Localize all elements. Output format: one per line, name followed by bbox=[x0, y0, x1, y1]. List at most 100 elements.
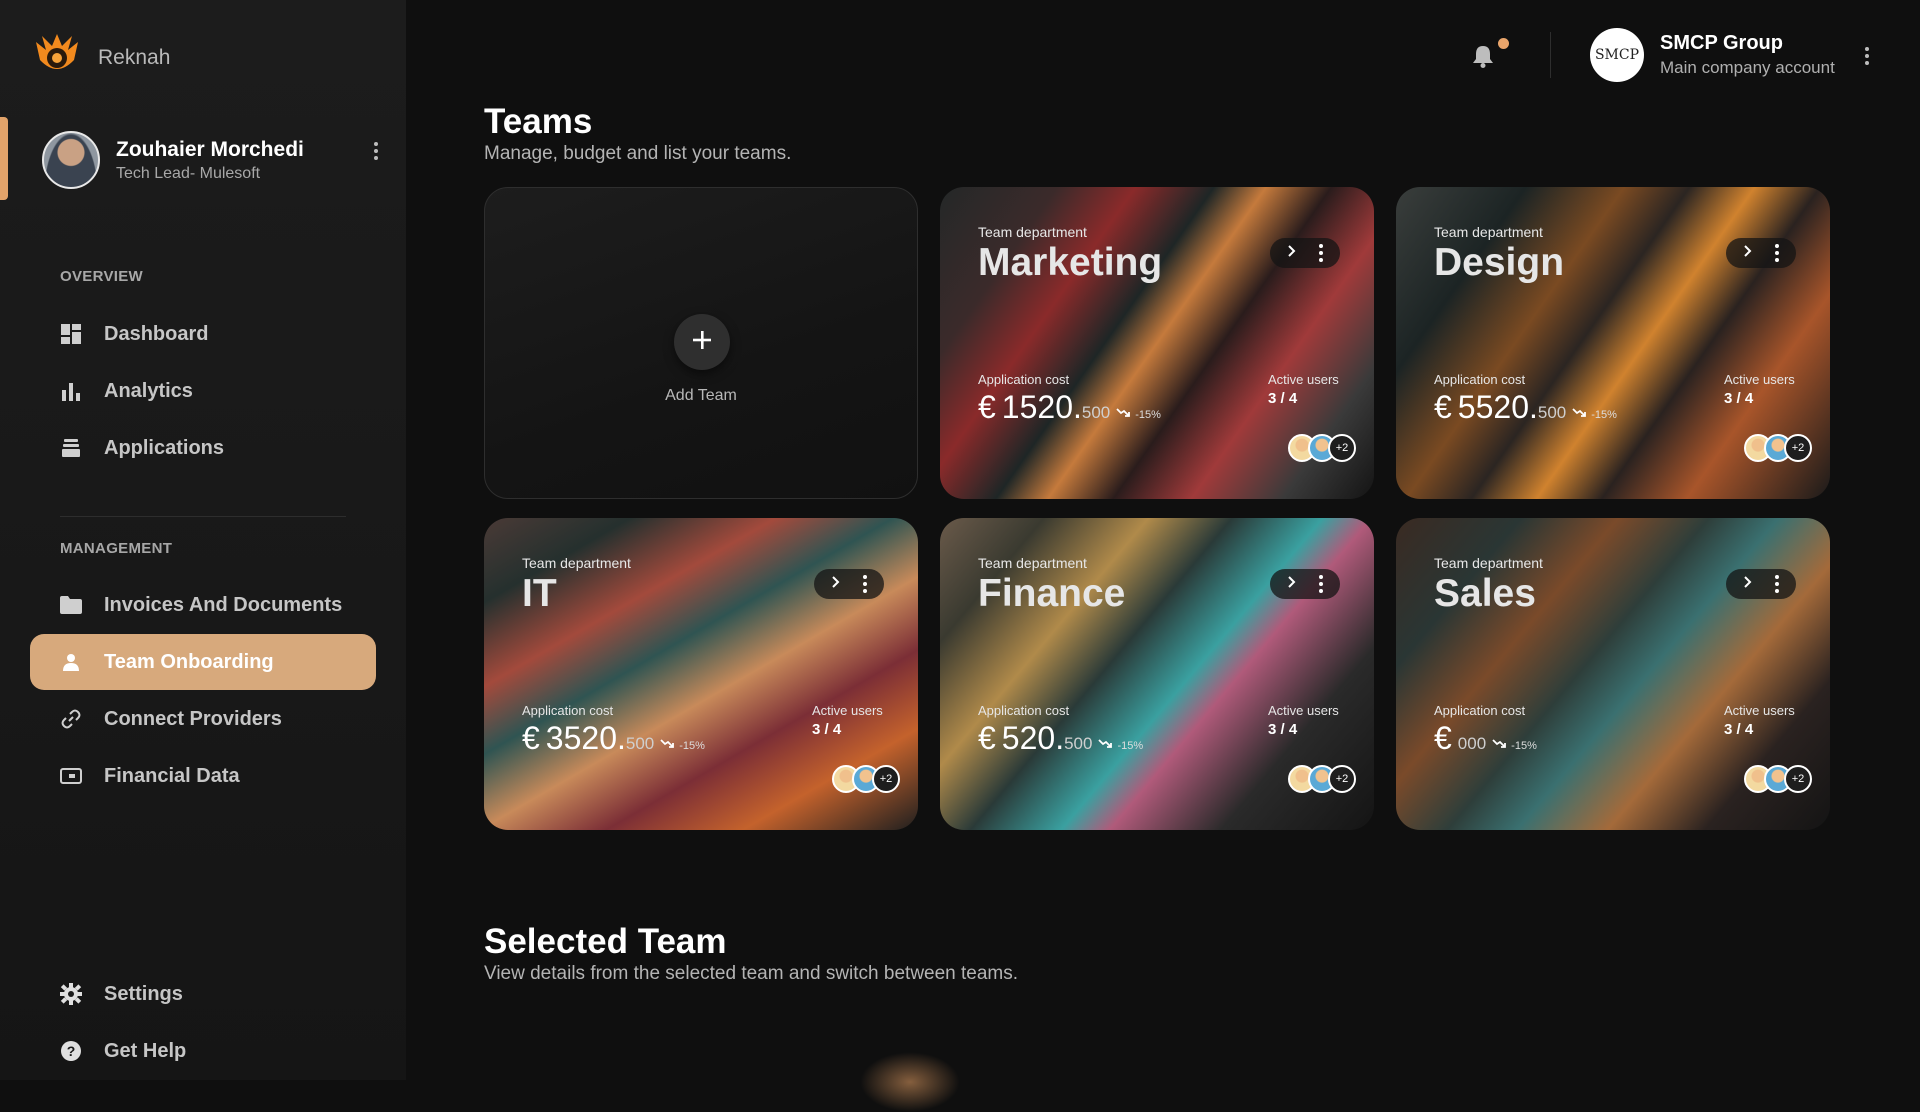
chevron-right-icon[interactable] bbox=[1287, 575, 1297, 593]
sidebar-item-label: Settings bbox=[104, 982, 183, 1005]
cost-value: 5520. bbox=[1457, 389, 1538, 425]
team-avatars[interactable]: +2 bbox=[1288, 434, 1356, 462]
card-icon bbox=[60, 765, 82, 787]
chevron-right-icon[interactable] bbox=[1743, 575, 1753, 593]
cost-trend: -15% bbox=[1572, 408, 1617, 421]
user-menu-icon[interactable] bbox=[374, 142, 378, 160]
overview-section-label: OVERVIEW bbox=[60, 268, 143, 285]
sidebar-item-analytics[interactable]: Analytics bbox=[30, 363, 376, 419]
sidebar-item-financial-data[interactable]: Financial Data bbox=[30, 748, 376, 804]
gear-icon bbox=[60, 983, 82, 1005]
team-card-menu-icon[interactable] bbox=[1775, 244, 1779, 262]
notification-bell-icon[interactable] bbox=[1472, 44, 1494, 73]
brand[interactable]: Reknah bbox=[30, 32, 170, 83]
sidebar-item-invoices[interactable]: Invoices And Documents bbox=[30, 577, 376, 633]
team-card-finance[interactable]: Team department Finance Application cost… bbox=[940, 518, 1374, 830]
cost-decimals: 500 bbox=[1064, 734, 1093, 753]
more-members-badge: +2 bbox=[1328, 765, 1356, 793]
cost-currency: € bbox=[1434, 720, 1452, 756]
team-department-name: IT bbox=[522, 572, 557, 615]
active-users-value: 3 / 4 bbox=[812, 721, 842, 738]
company-logo[interactable]: SMCP bbox=[1590, 28, 1644, 82]
sidebar-item-label: Analytics bbox=[104, 379, 193, 402]
cost-trend: -15% bbox=[1098, 739, 1143, 752]
sidebar: Reknah Zouhaier Morchedi Tech Lead- Mule… bbox=[0, 0, 406, 1080]
active-users-label: Active users bbox=[1268, 703, 1339, 718]
application-cost: € 5520. 500 -15% bbox=[1434, 389, 1617, 426]
team-avatars[interactable]: +2 bbox=[1288, 765, 1356, 793]
team-department-name: Sales bbox=[1434, 572, 1536, 615]
team-department-label: Team department bbox=[978, 555, 1087, 571]
trend-down-icon bbox=[1492, 739, 1507, 752]
cost-value: 1520. bbox=[1001, 389, 1082, 425]
management-section-label: MANAGEMENT bbox=[60, 540, 173, 557]
sidebar-item-label: Connect Providers bbox=[104, 707, 282, 730]
sidebar-item-dashboard[interactable]: Dashboard bbox=[30, 306, 376, 362]
chevron-right-icon[interactable] bbox=[1287, 244, 1297, 262]
team-card-menu-icon[interactable] bbox=[1775, 575, 1779, 593]
selected-team-title: Selected Team bbox=[484, 922, 727, 961]
sidebar-item-team-onboarding[interactable]: Team Onboarding bbox=[30, 634, 376, 690]
company-account-type: Main company account bbox=[1660, 58, 1835, 77]
trend-value: -15% bbox=[679, 739, 705, 752]
team-card-actions bbox=[1270, 238, 1340, 268]
team-department-name: Marketing bbox=[978, 241, 1163, 284]
cost-value: 520. bbox=[1001, 720, 1065, 756]
team-card-it[interactable]: Team department IT Application cost € 35… bbox=[484, 518, 918, 830]
more-members-badge: +2 bbox=[1328, 434, 1356, 462]
application-cost: € 000 -15% bbox=[1434, 720, 1537, 757]
cost-trend: -15% bbox=[1116, 408, 1161, 421]
cost-currency: € bbox=[1434, 389, 1452, 425]
bar-chart-icon bbox=[60, 380, 82, 402]
team-department-label: Team department bbox=[1434, 224, 1543, 240]
more-members-badge: +2 bbox=[1784, 765, 1812, 793]
team-card-menu-icon[interactable] bbox=[1319, 575, 1323, 593]
team-card-actions bbox=[1726, 569, 1796, 599]
company-menu-icon[interactable] bbox=[1865, 47, 1869, 65]
team-department-name: Design bbox=[1434, 241, 1565, 284]
company-name[interactable]: SMCP Group bbox=[1660, 32, 1783, 55]
active-users-value: 3 / 4 bbox=[1268, 721, 1298, 738]
application-cost-label: Application cost bbox=[978, 703, 1070, 718]
sidebar-item-label: Dashboard bbox=[104, 322, 209, 345]
application-cost: € 520. 500 -15% bbox=[978, 720, 1143, 757]
add-team-card[interactable]: Add Team bbox=[484, 187, 918, 499]
team-avatars[interactable]: +2 bbox=[832, 765, 900, 793]
trend-value: -15% bbox=[1511, 739, 1537, 752]
cost-trend: -15% bbox=[660, 739, 705, 752]
team-card-menu-icon[interactable] bbox=[1319, 244, 1323, 262]
sidebar-item-connect-providers[interactable]: Connect Providers bbox=[30, 691, 376, 747]
sidebar-item-applications[interactable]: Applications bbox=[30, 420, 376, 476]
cost-decimals: 000 bbox=[1457, 734, 1487, 753]
application-cost-label: Application cost bbox=[978, 372, 1070, 387]
chevron-right-icon[interactable] bbox=[831, 575, 841, 593]
app-name: Reknah bbox=[98, 45, 171, 69]
add-team-button[interactable] bbox=[674, 314, 730, 370]
team-card-design[interactable]: Team department Design Application cost … bbox=[1396, 187, 1830, 499]
svg-text:?: ? bbox=[67, 1043, 76, 1059]
notification-dot bbox=[1498, 38, 1509, 49]
team-avatars[interactable]: +2 bbox=[1744, 765, 1812, 793]
team-avatars[interactable]: +2 bbox=[1744, 434, 1812, 462]
team-card-actions bbox=[1270, 569, 1340, 599]
help-icon: ? bbox=[60, 1040, 82, 1062]
team-department-name: Finance bbox=[978, 572, 1126, 615]
avatar bbox=[42, 131, 100, 189]
team-card-marketing[interactable]: Team department Marketing Application co… bbox=[940, 187, 1374, 499]
user-profile[interactable]: Zouhaier Morchedi Tech Lead- Mulesoft bbox=[42, 131, 304, 189]
trend-value: -15% bbox=[1117, 739, 1144, 752]
chevron-right-icon[interactable] bbox=[1743, 244, 1753, 262]
sidebar-item-label: Team Onboarding bbox=[104, 650, 274, 673]
sidebar-item-get-help[interactable]: ? Get Help bbox=[30, 1023, 376, 1079]
plus-icon bbox=[692, 330, 712, 355]
team-department-label: Team department bbox=[978, 224, 1087, 240]
active-user-indicator bbox=[0, 117, 8, 200]
trend-value: -15% bbox=[1591, 408, 1617, 421]
active-users-label: Active users bbox=[812, 703, 883, 718]
person-icon bbox=[60, 651, 82, 673]
team-card-sales[interactable]: Team department Sales Application cost €… bbox=[1396, 518, 1830, 830]
cost-decimals: 500 bbox=[1537, 403, 1567, 422]
sidebar-item-settings[interactable]: Settings bbox=[30, 966, 376, 1022]
application-cost-label: Application cost bbox=[522, 703, 614, 718]
team-card-menu-icon[interactable] bbox=[863, 575, 867, 593]
